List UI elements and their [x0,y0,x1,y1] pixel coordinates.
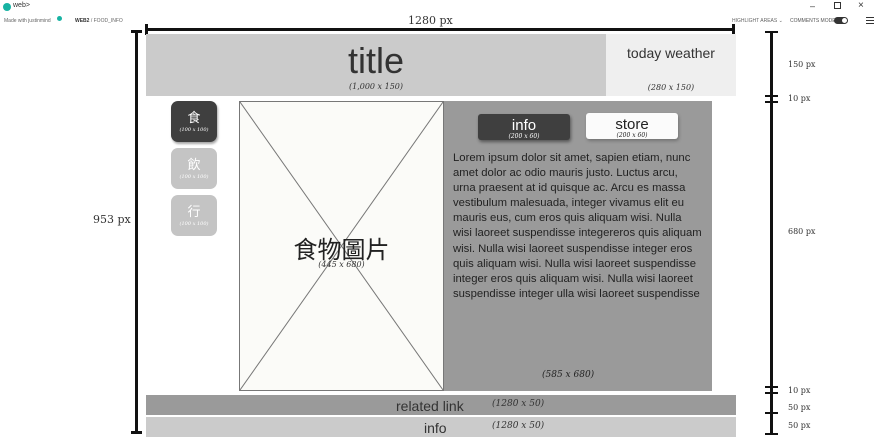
maximize-icon[interactable] [834,2,841,9]
info-panel-size-note: (585 x 680) [542,370,595,380]
height-rule [135,31,138,433]
page-title: title [347,40,405,81]
app-name: web> [13,2,30,9]
tab-label: 行 [187,205,201,220]
width-dimension-label: 1280 px [408,14,453,27]
section-label: 680 px [788,227,816,236]
weather-title: today weather [627,45,715,61]
tab-size-note: (100 x 100) [179,127,209,133]
food-image-size-note: (445 x 680) [318,260,365,269]
section-tick [765,386,778,388]
section-rule [770,31,773,435]
tab-food[interactable]: 食 (100 x 100) [171,101,217,142]
section-label: 150 px [788,60,816,69]
section-tick [765,392,778,394]
comments-mode-label: COMMENTS MODE [790,18,836,24]
tab-drink[interactable]: 飲 (100 x 100) [171,148,217,189]
breadcrumb-page: / FOOD_INFO [89,18,123,24]
height-rule-cap-top [131,30,142,33]
section-tick [765,433,778,435]
breadcrumb[interactable]: WEB2 / FOOD_INFO [75,18,123,24]
height-rule-cap-bottom [131,431,142,434]
store-button-label: store [615,116,649,133]
tab-label: 飲 [187,158,201,173]
breadcrumb-project: WEB2 [75,18,90,24]
section-label: 10 px [788,386,811,395]
food-image-placeholder: 食物圖片 (445 x 680) [239,101,444,391]
highlight-areas-dropdown[interactable]: HIGHLIGHT AREAS ⌄ [732,18,783,24]
title-size-note: (1,000 x 150) [348,82,403,91]
app-logo-icon [3,3,11,11]
minimize-icon[interactable]: – [810,1,815,11]
user-label: Made with justinmind [4,18,51,24]
info-button-size-note: (200 x 60) [508,133,540,140]
weather-block: today weather (280 x 150) [606,34,736,96]
section-tick [765,95,778,97]
section-tick [765,101,778,103]
section-label: 10 px [788,94,811,103]
store-button-size-note: (200 x 60) [616,132,648,139]
section-tick [765,31,778,33]
height-dimension-label: 953 px [93,213,131,226]
info-panel: info (200 x 60) store (200 x 60) Lorem i… [444,101,712,391]
section-tick [765,412,778,414]
tab-label: 食 [187,111,201,126]
info-text: Lorem ipsum dolor sit amet, sapien etiam… [453,152,702,300]
related-link-bar[interactable]: related link (1280 x 50) [146,395,736,415]
tab-travel[interactable]: 行 (100 x 100) [171,195,217,236]
close-icon[interactable]: × [858,0,864,11]
title-block: title (1,000 x 150) [146,34,606,96]
store-button[interactable]: store (200 x 60) [586,113,678,139]
footer-info-label: info [424,420,447,436]
comments-mode-toggle[interactable] [834,17,848,24]
tab-size-note: (100 x 100) [179,174,209,180]
info-button[interactable]: info (200 x 60) [478,114,570,140]
section-label: 50 px [788,403,811,412]
related-link-size-note: (1280 x 50) [492,399,545,409]
hamburger-menu-icon[interactable] [866,17,874,25]
toggle-knob [842,18,847,23]
weather-size-note: (280 x 150) [647,83,695,92]
section-label: 50 px [788,421,811,430]
info-button-label: info [511,117,537,134]
user-status-icon [57,16,62,21]
tab-size-note: (100 x 100) [179,221,209,227]
footer-info-bar: info (1280 x 50) [146,417,736,437]
app-titlebar: web> – × [0,0,882,14]
related-link-label: related link [396,398,464,414]
width-rule [146,28,734,31]
footer-info-size-note: (1280 x 50) [492,421,545,431]
